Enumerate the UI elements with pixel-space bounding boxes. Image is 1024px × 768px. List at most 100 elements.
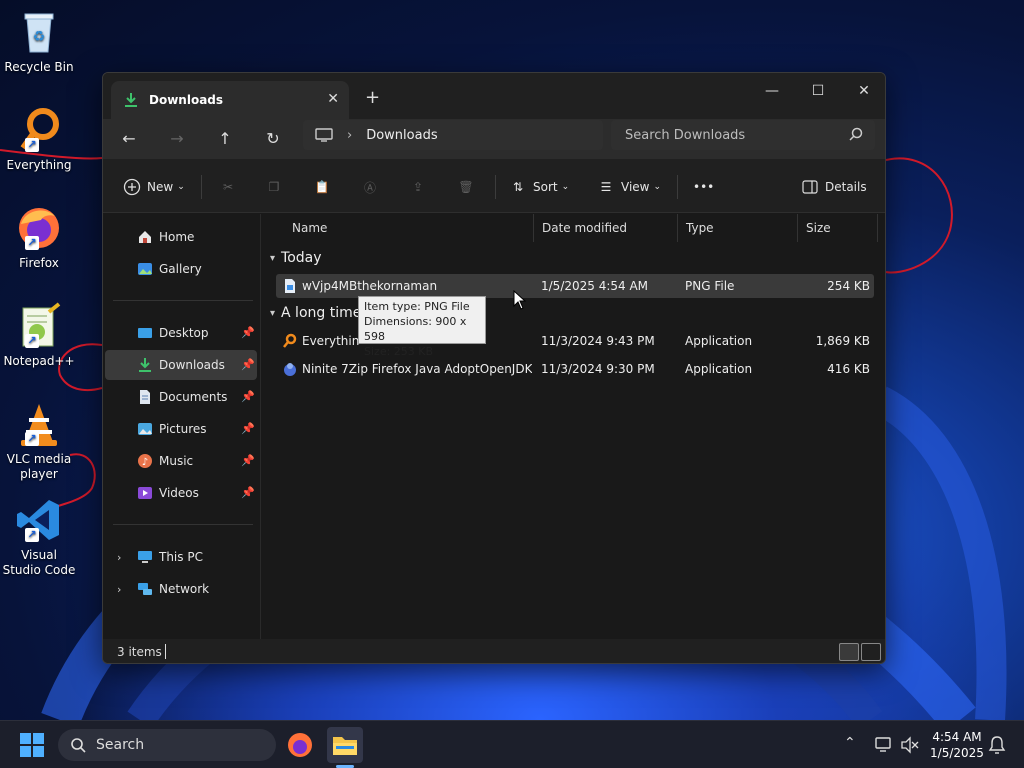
file-name: Ninite 7Zip Firefox Java AdoptOpenJDK x.… xyxy=(302,362,532,376)
sidebar-item-documents[interactable]: Documents 📌 xyxy=(105,382,257,412)
view-button[interactable]: ☰ View ⌄ xyxy=(597,175,661,199)
group-header-long-time[interactable]: ▾ A long time xyxy=(270,305,361,321)
pin-icon[interactable]: 📌 xyxy=(241,422,255,435)
desktop-icon-vscode[interactable]: ↗ Visual Studio Code xyxy=(2,496,76,578)
sort-arrows-icon: ⇅ xyxy=(512,180,524,194)
column-header-name[interactable]: Name xyxy=(284,214,534,242)
list-view-icon: ☰ xyxy=(600,180,612,194)
download-icon xyxy=(125,93,137,107)
file-date: 11/3/2024 9:43 PM xyxy=(541,334,655,348)
chevron-right-icon[interactable]: › xyxy=(117,583,121,596)
tab-downloads[interactable]: Downloads ✕ xyxy=(111,81,349,119)
address-bar[interactable]: › Downloads xyxy=(303,120,603,150)
tooltip-line: Dimensions: 900 x 598 xyxy=(364,315,467,343)
pictures-icon xyxy=(137,421,153,437)
chevron-up-icon[interactable]: ⌃ xyxy=(844,735,856,751)
forward-button[interactable]: → xyxy=(163,127,191,151)
divider xyxy=(113,300,253,301)
group-header-today[interactable]: ▾ Today xyxy=(270,250,322,266)
desktop-folder-icon xyxy=(137,325,153,341)
details-view-button[interactable] xyxy=(839,643,859,661)
desktop-icon-recycle-bin[interactable]: ♻ Recycle Bin xyxy=(2,8,76,75)
delete-button[interactable]: 🗑 xyxy=(457,175,481,199)
desktop-icon-label: Everything xyxy=(6,158,72,172)
sidebar-item-music[interactable]: ♪ Music 📌 xyxy=(105,446,257,476)
sidebar-item-desktop[interactable]: Desktop 📌 xyxy=(105,318,257,348)
column-header-type[interactable]: Type xyxy=(678,214,798,242)
volume-muted-icon[interactable] xyxy=(900,735,920,755)
share-button[interactable]: ⇪ xyxy=(409,175,433,199)
desktop-icon-label: Notepad++ xyxy=(3,354,75,368)
close-button[interactable]: ✕ xyxy=(841,77,885,105)
search-icon xyxy=(849,127,863,141)
firefox-icon xyxy=(288,733,312,757)
cut-button[interactable]: ✂ xyxy=(219,175,243,199)
file-type: Application xyxy=(685,334,753,348)
windows-start-icon[interactable] xyxy=(20,733,44,757)
sidebar-item-pictures[interactable]: Pictures 📌 xyxy=(105,414,257,444)
notification-bell-icon[interactable] xyxy=(988,735,1006,755)
sidebar-item-label: This PC xyxy=(159,550,203,564)
new-button[interactable]: New ⌄ xyxy=(123,175,185,199)
pin-icon[interactable]: 📌 xyxy=(241,454,255,467)
taskbar-firefox[interactable] xyxy=(282,727,318,763)
details-pane-button[interactable]: Details xyxy=(801,175,867,199)
file-size: 1,869 KB xyxy=(815,334,870,348)
table-row[interactable]: Ninite 7Zip Firefox Java AdoptOpenJDK x.… xyxy=(276,357,874,381)
sidebar-item-gallery[interactable]: Gallery xyxy=(105,254,257,284)
clock-time: 4:54 AM xyxy=(932,730,982,744)
trash-icon: 🗑 xyxy=(458,180,474,194)
sidebar-item-network[interactable]: › Network xyxy=(105,574,257,604)
sidebar-item-label: Music xyxy=(159,454,194,468)
back-button[interactable]: ← xyxy=(115,127,143,151)
desktop-icon-notepad-plus-plus[interactable]: ↗ Notepad++ xyxy=(2,302,76,369)
chevron-down-icon: ⌄ xyxy=(177,182,185,192)
desktop-icon-firefox[interactable]: ↗ Firefox xyxy=(2,204,76,271)
plus-circle-icon xyxy=(123,178,141,196)
up-button[interactable]: ↑ xyxy=(211,127,239,151)
refresh-button[interactable]: ↻ xyxy=(259,127,287,151)
pin-icon[interactable]: 📌 xyxy=(241,390,255,403)
png-file-icon xyxy=(285,279,295,293)
sidebar-item-this-pc[interactable]: › This PC xyxy=(105,542,257,572)
maximize-button[interactable]: ☐ xyxy=(795,77,841,105)
rename-button[interactable]: Ⓐ xyxy=(361,175,385,199)
taskbar-file-explorer[interactable] xyxy=(327,727,363,763)
sidebar-item-downloads[interactable]: Downloads 📌 xyxy=(105,350,257,380)
tiles-view-button[interactable] xyxy=(861,643,881,661)
tab-close-icon[interactable]: ✕ xyxy=(327,91,339,107)
home-icon xyxy=(137,229,153,245)
status-bar: 3 items xyxy=(103,639,885,663)
desktop-icon-everything[interactable]: ↗ Everything xyxy=(2,106,76,173)
pin-icon[interactable]: 📌 xyxy=(241,326,255,339)
search-placeholder: Search Downloads xyxy=(625,127,746,143)
column-header-date-modified[interactable]: Date modified xyxy=(534,214,678,242)
folder-icon xyxy=(333,737,357,755)
network-status-icon[interactable] xyxy=(874,735,894,755)
column-header-size[interactable]: Size xyxy=(798,214,878,242)
system-clock[interactable]: 4:54 AM 1/5/2025 xyxy=(920,729,994,761)
mouse-cursor-icon xyxy=(513,290,527,310)
sidebar-item-home[interactable]: Home xyxy=(105,222,257,252)
taskbar-search[interactable]: Search xyxy=(58,729,276,761)
pin-icon[interactable]: 📌 xyxy=(241,358,255,371)
recycle-bin-icon: ♻ xyxy=(24,13,54,53)
sort-button[interactable]: ⇅ Sort ⌄ xyxy=(509,175,569,199)
copy-button[interactable]: ❐ xyxy=(265,175,289,199)
desktop-icon-vlc[interactable]: ↗ VLC media player xyxy=(2,400,76,482)
new-tab-button[interactable]: + xyxy=(365,87,380,108)
file-explorer-window: Downloads ✕ + — ☐ ✕ ← → ↑ ↻ › Downloads … xyxy=(102,72,886,664)
navigation-pane: Home Gallery Desktop 📌 Downloads 📌 Docum… xyxy=(103,214,261,639)
search-input[interactable]: Search Downloads xyxy=(611,120,875,150)
view-label: View xyxy=(621,180,650,194)
more-options-button[interactable]: ••• xyxy=(693,175,714,199)
chevron-right-icon[interactable]: › xyxy=(117,551,121,564)
minimize-button[interactable]: — xyxy=(749,77,795,105)
breadcrumb-downloads[interactable]: Downloads xyxy=(366,128,437,143)
sidebar-item-videos[interactable]: Videos 📌 xyxy=(105,478,257,508)
vlc-icon xyxy=(21,404,57,446)
pin-icon[interactable]: 📌 xyxy=(241,486,255,499)
network-icon xyxy=(137,581,153,597)
paste-button[interactable]: 📋 xyxy=(313,175,337,199)
table-row[interactable]: wVjp4MBthekornaman 1/5/2025 4:54 AM PNG … xyxy=(276,274,874,298)
